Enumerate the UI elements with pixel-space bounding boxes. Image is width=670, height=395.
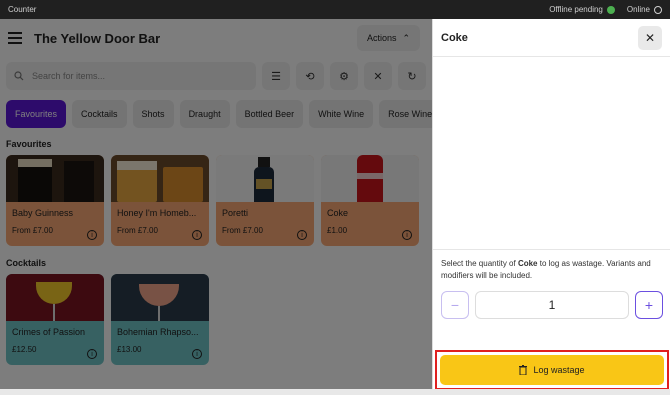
sync-status: Offline pending [549, 5, 615, 14]
log-wastage-button[interactable]: Log wastage [440, 355, 664, 385]
decrement-button[interactable]: − [441, 291, 469, 319]
wastage-instruction: Select the quantity of Coke to log as wa… [441, 259, 651, 280]
quantity-stepper: − 1 + [433, 282, 670, 319]
panel-header: Coke ✕ [433, 19, 670, 57]
modal-backdrop[interactable] [0, 19, 432, 389]
instruction-item: Coke [517, 259, 538, 268]
panel-title: Coke [441, 31, 468, 44]
close-icon: ✕ [644, 30, 656, 45]
sync-dot-icon [606, 5, 615, 14]
bottom-strip [0, 389, 670, 395]
log-wastage-label: Log wastage [533, 365, 585, 375]
panel-footer: Select the quantity of Coke to log as wa… [433, 249, 670, 390]
connection-status: Online [627, 5, 662, 14]
globe-icon [654, 5, 662, 14]
close-button[interactable]: ✕ [638, 25, 662, 50]
app-label: Counter [8, 5, 37, 14]
increment-button[interactable]: + [635, 291, 663, 319]
quantity-field[interactable]: 1 [475, 291, 629, 319]
trash-icon [519, 365, 528, 375]
status-bar: Counter Offline pending Online [0, 0, 670, 19]
wastage-panel: Coke ✕ Select the quantity of Coke to lo… [432, 19, 670, 390]
log-wastage-highlight: Log wastage [435, 350, 669, 390]
